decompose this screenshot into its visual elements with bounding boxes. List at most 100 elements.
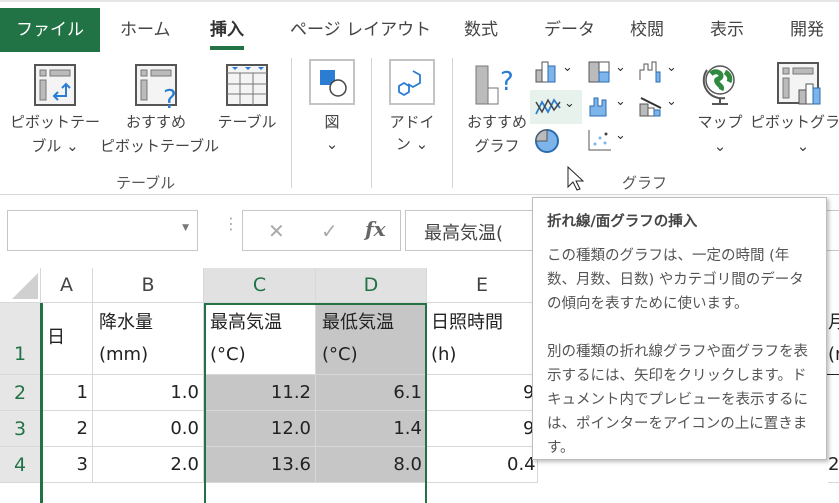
cell-text: 降水量	[99, 312, 153, 333]
cell-text: (mm)	[99, 344, 149, 365]
statistic-chart-button[interactable]: ⌄	[587, 94, 629, 118]
row-header-4[interactable]: 4	[0, 447, 41, 483]
chevron-down-icon: ⌄	[325, 135, 339, 153]
column-header-e[interactable]: E	[427, 268, 538, 303]
waterfall-chart-button[interactable]: ⌄	[638, 60, 680, 84]
column-chart-icon	[535, 61, 556, 83]
cell-text: 月	[828, 307, 839, 339]
column-header-c[interactable]: C	[204, 268, 316, 303]
row-header-2[interactable]: 2	[0, 375, 41, 411]
tab-formulas[interactable]: 数式	[464, 8, 498, 52]
pie-chart-icon	[535, 129, 559, 153]
tooltip-line-chart: 折れ線/面グラフの挿入 この種類のグラフは、一定の時間 (年数、月数、日数) や…	[532, 197, 827, 460]
chevron-down-icon: ⌄	[666, 60, 677, 75]
chevron-down-icon: ⌄	[713, 137, 727, 155]
pivot-chart-label: ピボットグラフ	[750, 113, 839, 131]
cell-edge-1[interactable]: 月 (m	[826, 303, 839, 375]
waterfall-chart-icon	[639, 61, 661, 83]
cell-e4[interactable]: 0.4	[427, 447, 538, 483]
pivot-table-label-2: ブル ⌄	[31, 137, 79, 155]
recommended-charts-label-2: グラフ	[474, 137, 520, 155]
chevron-down-icon: ⌄	[564, 96, 575, 111]
globe-icon	[702, 65, 735, 105]
chevron-down-icon: ⌄	[666, 94, 677, 109]
tab-page-layout[interactable]: ページ レイアウト	[290, 8, 431, 52]
tab-review[interactable]: 校閲	[630, 8, 664, 52]
cell-e2[interactable]: 9	[427, 375, 538, 411]
group-divider	[291, 58, 292, 188]
cell-edge-4[interactable]: 20	[828, 447, 839, 483]
drag-handle-icon[interactable]: ⋮	[223, 216, 239, 232]
maps-label: マップ	[697, 113, 743, 131]
pivot-table-label: ピボットテー	[10, 113, 101, 131]
group-label-tables: テーブル	[116, 174, 176, 192]
cell-a3[interactable]: 2	[41, 411, 93, 447]
addins-label-2: ン ⌄	[395, 135, 429, 153]
cell-a2[interactable]: 1	[41, 375, 93, 411]
mouse-cursor-icon	[567, 166, 585, 191]
select-all-corner[interactable]	[0, 268, 41, 303]
chevron-down-icon: ⌄	[615, 60, 626, 75]
cell-b2[interactable]: 1.0	[93, 375, 204, 411]
svg-text:?: ?	[163, 85, 177, 110]
tab-view[interactable]: 表示	[710, 8, 744, 52]
tooltip-title: 折れ線/面グラフの挿入	[547, 214, 698, 230]
chevron-down-icon: ⌄	[615, 94, 626, 109]
cell-b4[interactable]: 2.0	[93, 447, 204, 483]
addins-icon	[389, 59, 435, 105]
histogram-icon	[589, 97, 607, 117]
table-label: テーブル	[217, 113, 277, 131]
table-icon	[226, 64, 268, 106]
recommended-charts-icon: ?	[475, 65, 514, 105]
ribbon-tabs: ファイル ホーム 挿入 ページ レイアウト 数式 データ 校閲 表示 開発	[0, 0, 839, 52]
combo-chart-button[interactable]: ⌄	[638, 94, 680, 118]
illustrations-label: 図	[324, 113, 340, 131]
insert-function-button[interactable]: fx	[365, 217, 386, 241]
column-header-a[interactable]: A	[41, 268, 93, 303]
tooltip-hint: 別の種類の折れ線グラフや面グラフを表示するには、矢印をクリックします。ドキュメン…	[547, 344, 808, 456]
group-label-charts: グラフ	[622, 174, 668, 192]
tab-home[interactable]: ホーム	[120, 8, 171, 52]
tab-developer[interactable]: 開発	[790, 8, 824, 52]
combo-chart-icon	[639, 97, 662, 117]
group-divider	[452, 58, 453, 188]
row-header-1[interactable]: 1	[0, 303, 41, 375]
tab-insert[interactable]: 挿入	[210, 8, 244, 52]
cell-a1[interactable]: 日	[41, 303, 93, 375]
column-header-b[interactable]: B	[93, 268, 204, 303]
selection-border-cd	[204, 303, 427, 503]
cell-b3[interactable]: 0.0	[93, 411, 204, 447]
cell-text: (m	[828, 344, 839, 365]
hierarchy-chart-button[interactable]: ⌄	[587, 60, 629, 84]
cell-text: (h)	[431, 344, 457, 365]
cancel-icon[interactable]: ✕	[268, 219, 285, 243]
cell-b1[interactable]: 降水量 (mm)	[93, 303, 204, 375]
addins-label: アドイ	[389, 113, 435, 131]
pie-chart-button[interactable]	[534, 128, 576, 154]
recommended-pivot-icon: ?	[135, 64, 177, 110]
tab-file[interactable]: ファイル	[0, 8, 100, 52]
scatter-chart-button[interactable]: ⌄	[587, 128, 629, 152]
enter-icon[interactable]: ✓	[321, 219, 338, 243]
column-chart-button[interactable]: ⌄	[534, 60, 576, 84]
hierarchy-chart-icon	[588, 61, 610, 83]
tooltip-description: この種類のグラフは、一定の時間 (年数、月数、日数) やカテゴリ間のデータの傾向…	[547, 248, 804, 312]
name-box[interactable]: ▼	[7, 210, 198, 251]
line-chart-icon	[535, 98, 561, 115]
cell-e3[interactable]: 9	[427, 411, 538, 447]
pivot-table-icon	[34, 64, 76, 106]
cell-a4[interactable]: 3	[41, 447, 93, 483]
row-header-3[interactable]: 3	[0, 411, 41, 447]
recommended-pivot-label-2: ピボットテーブル	[100, 137, 220, 155]
formula-buttons: ✕ ✓ fx	[242, 210, 401, 251]
line-chart-button[interactable]: ⌄	[530, 90, 582, 124]
chevron-down-icon: ⌄	[615, 128, 626, 143]
recommended-charts-label: おすすめ	[466, 113, 527, 131]
column-header-d[interactable]: D	[316, 268, 427, 303]
cell-e1[interactable]: 日照時間 (h)	[427, 303, 538, 375]
selection-border-a	[40, 303, 43, 503]
pivot-chart-icon	[777, 62, 821, 105]
chevron-down-icon: ⌄	[796, 137, 810, 155]
tab-data[interactable]: データ	[544, 8, 595, 52]
ribbon: ピボットテー ブル ⌄ ? おすすめ ピボットテーブル テーブル テーブル 図 …	[0, 52, 839, 195]
